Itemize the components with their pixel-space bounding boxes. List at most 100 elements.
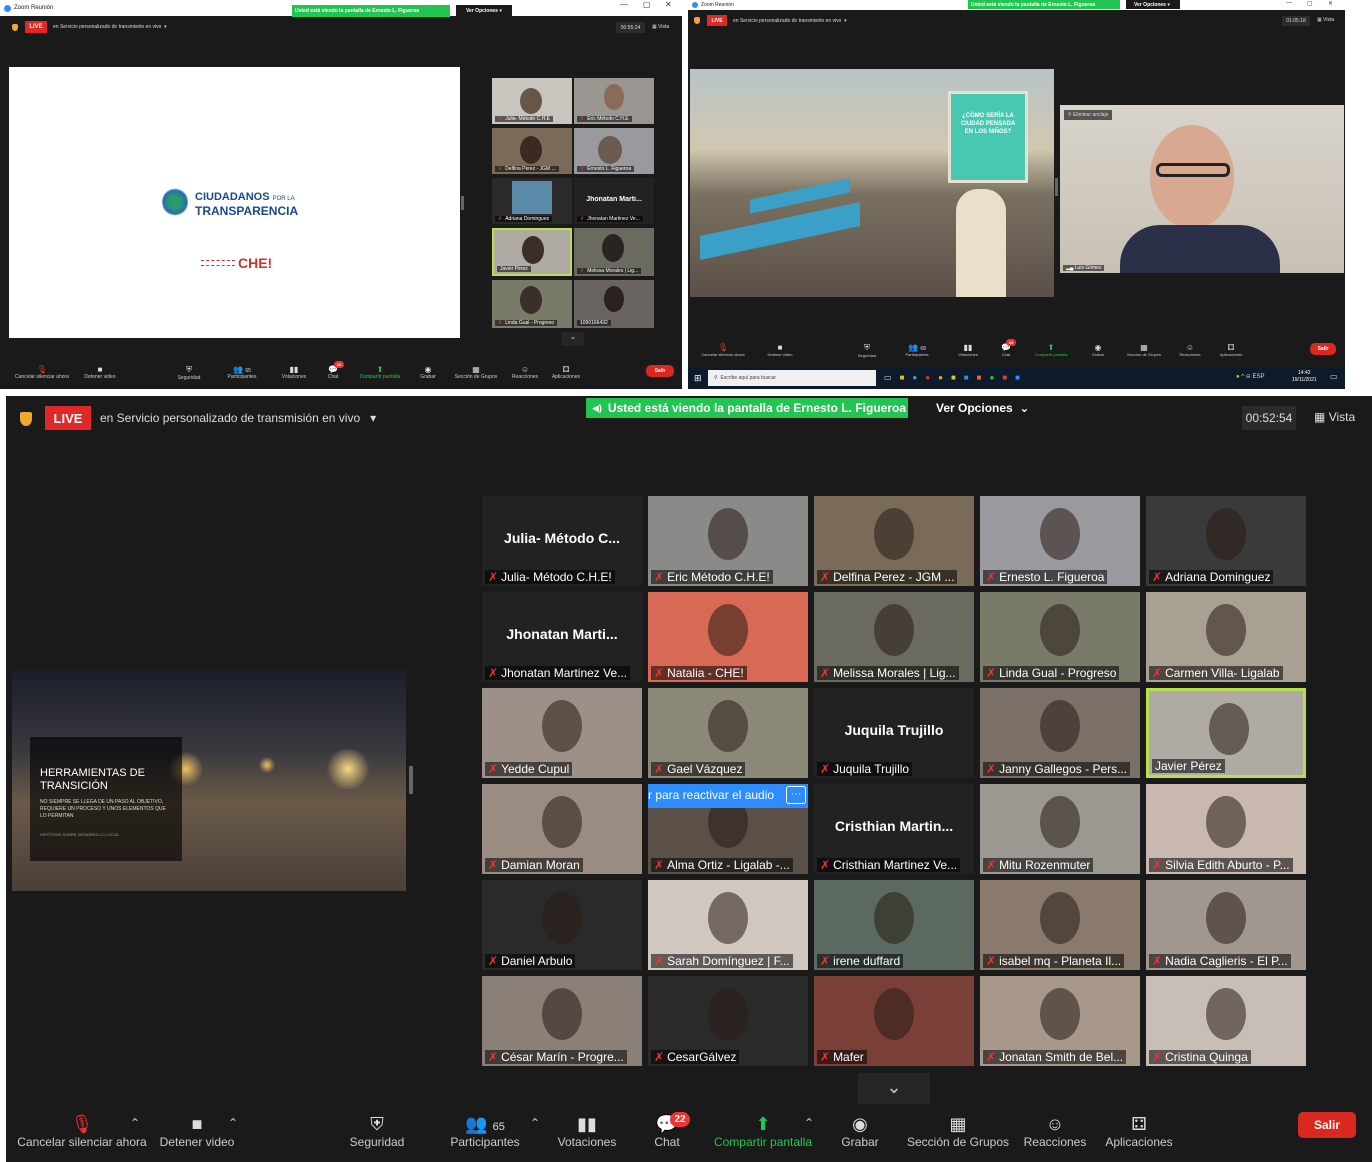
- task-view-icon[interactable]: ▭: [884, 373, 900, 382]
- lang-indicator[interactable]: ESP: [1252, 374, 1264, 380]
- participant-tile[interactable]: ✗ Eric Método C.H.E!: [648, 496, 808, 586]
- store-icon[interactable]: ■: [900, 373, 913, 382]
- share-screen-button[interactable]: ⬆ Compartir pantalla: [1026, 343, 1076, 357]
- splitter-handle[interactable]: [461, 196, 464, 210]
- participant-tile[interactable]: ✗ Cristina Quinga: [1146, 976, 1306, 1066]
- share-screen-button[interactable]: ⬆ Compartir pantalla: [712, 1114, 814, 1149]
- record-button[interactable]: ◉ Grabar: [416, 365, 440, 380]
- opera-icon[interactable]: ●: [925, 373, 938, 382]
- leave-button[interactable]: Salir: [1310, 343, 1336, 355]
- participant-tile[interactable]: ✗ Melissa Morales | Lig...: [814, 592, 974, 682]
- participant-tile[interactable]: ✗ Silvia Edith Aburto - P...: [1146, 784, 1306, 874]
- participant-tile[interactable]: Jhonatan Marti... ✗ Jhonatan Martinez Ve..…: [482, 592, 642, 682]
- stream-dropdown[interactable]: en Servicio personalizado de transmisión…: [100, 406, 376, 430]
- polls-button[interactable]: ▮▮ Votaciones: [950, 343, 986, 357]
- reactions-button[interactable]: ☺ Reacciones: [508, 365, 542, 380]
- splitter-handle[interactable]: [409, 766, 413, 794]
- security-button[interactable]: ⛨ Seguridad: [346, 1114, 408, 1149]
- polls-button[interactable]: ▮▮ Votaciones: [276, 365, 312, 380]
- app-icon[interactable]: ■: [964, 373, 977, 382]
- taskbar-clock[interactable]: 14:42 19/11/2021: [1292, 370, 1317, 384]
- minimize-icon[interactable]: —: [1286, 0, 1292, 6]
- view-options-button[interactable]: Ver Opciones ▾: [1126, 0, 1180, 9]
- participant-tile[interactable]: ✗ Jonatan Smith de Bel...: [980, 976, 1140, 1066]
- participant-tile[interactable]: ✗ Ernesto L. Figueroa: [980, 496, 1140, 586]
- participant-tile[interactable]: ✗ Mafer: [814, 976, 974, 1066]
- maximize-icon[interactable]: ▢: [643, 0, 651, 9]
- leave-button[interactable]: Salir: [646, 365, 674, 377]
- security-button[interactable]: ⛨ Seguridad: [850, 343, 884, 358]
- participant-tile[interactable]: ✗ Linda Gual - Progreso: [980, 592, 1140, 682]
- apps-button[interactable]: ⚃ Aplicaciones: [1212, 343, 1250, 357]
- view-options-button[interactable]: Ver Opciones ▾: [456, 5, 512, 17]
- minimize-icon[interactable]: —: [620, 0, 628, 9]
- security-button[interactable]: ⛨ Seguridad: [172, 365, 206, 381]
- view-button[interactable]: ▦ Vista: [1314, 410, 1355, 424]
- zoom-taskbar-icon[interactable]: ■: [1015, 373, 1028, 382]
- leave-button[interactable]: Salir: [1298, 1112, 1356, 1138]
- participant-tile[interactable]: ✗ Nadia Caglieris - El P...: [1146, 880, 1306, 970]
- view-button[interactable]: ▦ Vista: [652, 24, 669, 30]
- participant-tile[interactable]: ✗ Sarah Domínguez | F...: [648, 880, 808, 970]
- participant-tile[interactable]: ✗ Delfina Perez - JGM ...: [814, 496, 974, 586]
- participant-tile[interactable]: ✗ isabel mq - Planeta Il...: [980, 880, 1140, 970]
- reactions-button[interactable]: ☺ Reacciones: [1022, 1114, 1088, 1149]
- participants-button[interactable]: 👥 65 Participantes: [220, 365, 264, 380]
- participant-tile[interactable]: ✗ Yedde Cupul: [482, 688, 642, 778]
- mute-options-chevron-icon[interactable]: ⌃: [130, 1116, 140, 1130]
- participant-tile[interactable]: ✗ Janny Gallegos - Pers...: [980, 688, 1140, 778]
- explorer-icon[interactable]: ■: [951, 373, 964, 382]
- participant-tile[interactable]: ✗ Natalia - CHE!: [648, 592, 808, 682]
- view-options-button[interactable]: Ver Opciones ⌄: [920, 398, 1030, 418]
- weather-icon[interactable]: ●: [1236, 374, 1240, 380]
- taskbar-search[interactable]: ⚲ Escribe aquí para buscar: [708, 370, 876, 386]
- participant-tile[interactable]: ✗ César Marín - Progre...: [482, 976, 642, 1066]
- record-button[interactable]: ◉ Grabar: [836, 1114, 884, 1149]
- stream-dropdown[interactable]: en Servicio personalizado de transmisión…: [733, 15, 847, 26]
- video-button[interactable]: ■ Detener video: [758, 343, 802, 357]
- record-button[interactable]: ◉ Grabar: [1086, 343, 1110, 357]
- participant-tile[interactable]: Jhonatan Marti... ✗ Jhonatan Martinez Ve..…: [574, 178, 654, 224]
- notifications-icon[interactable]: ▭: [1330, 372, 1338, 381]
- participant-tile[interactable]: 1090166432: [574, 280, 654, 328]
- participant-tile-active-speaker[interactable]: Javier Pérez: [492, 228, 572, 276]
- participant-tile[interactable]: Julia- Método C... ✗ Julia- Método C.H.E!: [482, 496, 642, 586]
- participant-tile[interactable]: ✗ Linda Gual - Progreso: [492, 280, 572, 328]
- scroll-down-icon[interactable]: ⌄: [858, 1073, 930, 1105]
- participant-tile[interactable]: ✗ Melissa Morales | Lig...: [574, 228, 654, 276]
- view-button[interactable]: ▦ Vista: [1317, 17, 1334, 23]
- participant-tile[interactable]: ✗ irene duffard: [814, 880, 974, 970]
- app-icon[interactable]: ■: [1002, 373, 1015, 382]
- participants-options-chevron-icon[interactable]: ⌃: [530, 1116, 540, 1130]
- reactions-button[interactable]: ☺ Reacciones: [1174, 343, 1206, 357]
- participant-tile[interactable]: ✗ CesarGálvez: [648, 976, 808, 1066]
- mute-button[interactable]: 🎙 Cancelar silenciar ahora: [690, 343, 756, 357]
- more-options-icon[interactable]: ···: [786, 786, 806, 804]
- participant-tile[interactable]: ✗ Delfina Perez - JGM ...: [492, 128, 572, 174]
- participant-tile[interactable]: r para reactivar el audio ··· ✗ Alma Ortiz …: [648, 784, 808, 874]
- breakout-rooms-button[interactable]: ▦ Sección de Grupos: [906, 1114, 1010, 1149]
- participant-tile[interactable]: ✗ Ernesto L. Figueroa: [574, 128, 654, 174]
- spotify-icon[interactable]: ●: [989, 373, 1002, 382]
- participant-tile[interactable]: ✗ Adriana Dominguez: [1146, 496, 1306, 586]
- participant-tile[interactable]: Juquila Trujillo ✗ Juquila Trujillo: [814, 688, 974, 778]
- splitter-handle[interactable]: [1055, 178, 1058, 196]
- chat-button[interactable]: 💬 Chat 24: [994, 339, 1018, 357]
- breakout-rooms-button[interactable]: ▦ Sección de Grupos: [1118, 343, 1170, 357]
- edge-icon[interactable]: ●: [912, 373, 925, 382]
- close-icon[interactable]: ✕: [665, 0, 672, 9]
- participant-tile[interactable]: ✗ Gael Vázquez: [648, 688, 808, 778]
- participants-button[interactable]: 👥 65 Participantes: [444, 1114, 526, 1149]
- polls-button[interactable]: ▮▮ Votaciones: [554, 1114, 620, 1149]
- participant-tile[interactable]: ✗ Eric Método C.H.E: [574, 78, 654, 124]
- apps-button[interactable]: ⚃ Aplicaciones: [1100, 1114, 1178, 1149]
- chat-button[interactable]: 💬 Chat 22: [322, 361, 344, 380]
- close-icon[interactable]: ✕: [1328, 0, 1333, 7]
- app-icon[interactable]: ■: [977, 373, 990, 382]
- video-button[interactable]: ■ Detener video: [156, 1114, 238, 1149]
- participant-tile[interactable]: ✗ Mitu Rozenmuter: [980, 784, 1140, 874]
- scroll-down-icon[interactable]: ⌄: [562, 332, 584, 346]
- unmute-request-banner[interactable]: r para reactivar el audio ···: [648, 784, 808, 808]
- share-screen-button[interactable]: ⬆ Compartir pantalla: [354, 365, 406, 380]
- participant-tile[interactable]: ✗ Damian Moran: [482, 784, 642, 874]
